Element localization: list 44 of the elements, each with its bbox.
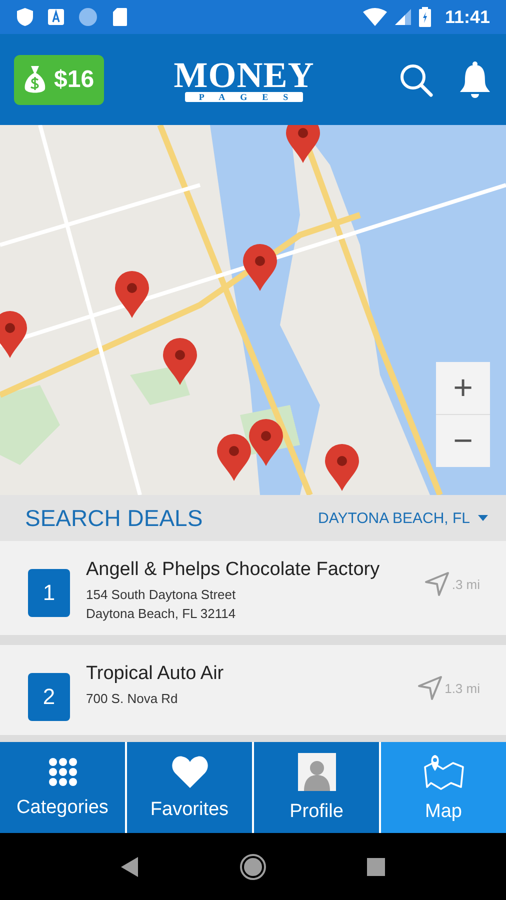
money-bag-icon	[24, 64, 46, 94]
heart-icon	[170, 754, 208, 788]
home-icon[interactable]	[239, 852, 267, 880]
distance-text: 1.3 mi	[444, 680, 480, 696]
rank-number: 1	[28, 569, 70, 617]
nav-tab[interactable]: Map	[381, 742, 506, 833]
distance-text: .3 mi	[452, 576, 480, 592]
logo-subtitle: PAGES	[184, 92, 304, 102]
deal-card[interactable]: 2 Tropical Auto Air 700 S. Nova Rd 1.3 mi	[0, 645, 506, 735]
navigation-arrow-icon	[416, 675, 443, 701]
zoom-out-button[interactable]: −	[436, 415, 490, 467]
signal-icon	[394, 9, 411, 25]
grid-icon	[48, 756, 78, 786]
zoom-in-button[interactable]: +	[436, 362, 490, 414]
shield-icon	[16, 7, 34, 27]
deal-card[interactable]: 1 Angell & Phelps Chocolate Factory 154 South Daytona Street Daytona Beach, FL 32114 .3 mi	[0, 541, 506, 635]
nav-tab[interactable]: Favorites	[127, 742, 252, 833]
street-address: 700 S. Nova Rd	[86, 691, 179, 706]
clock-time: 11:41	[444, 6, 490, 28]
map-icon	[422, 752, 464, 790]
caret-icon	[478, 515, 488, 521]
back-icon[interactable]	[121, 856, 139, 876]
bell-icon	[458, 60, 492, 98]
search-icon	[398, 62, 434, 98]
circle-icon	[78, 7, 98, 27]
wifi-icon	[362, 8, 387, 26]
business-name: Angell & Phelps Chocolate Factory	[86, 559, 381, 581]
recents-icon[interactable]	[367, 858, 385, 876]
nav-tab[interactable]: Profile	[254, 742, 379, 833]
battery-icon	[418, 7, 431, 27]
search-button[interactable]	[398, 62, 434, 98]
notifications-button[interactable]	[458, 60, 492, 98]
nav-tab[interactable]: Categories	[0, 742, 125, 833]
sd-card-icon	[112, 7, 128, 27]
font-icon	[48, 9, 64, 25]
section-title: SEARCH DEALS	[25, 504, 203, 532]
navigation-arrow-icon	[424, 571, 450, 597]
city-address: Daytona Beach, FL 32114	[86, 606, 237, 621]
rank-number: 2	[28, 673, 70, 721]
business-name: Tropical Auto Air	[86, 663, 225, 685]
logo-wordmark: MONEY	[174, 58, 314, 92]
location-dropdown[interactable]: DAYTONA BEACH, FL	[318, 510, 488, 526]
avatar-icon	[298, 752, 336, 790]
street-address: 154 South Daytona Street	[86, 587, 237, 602]
